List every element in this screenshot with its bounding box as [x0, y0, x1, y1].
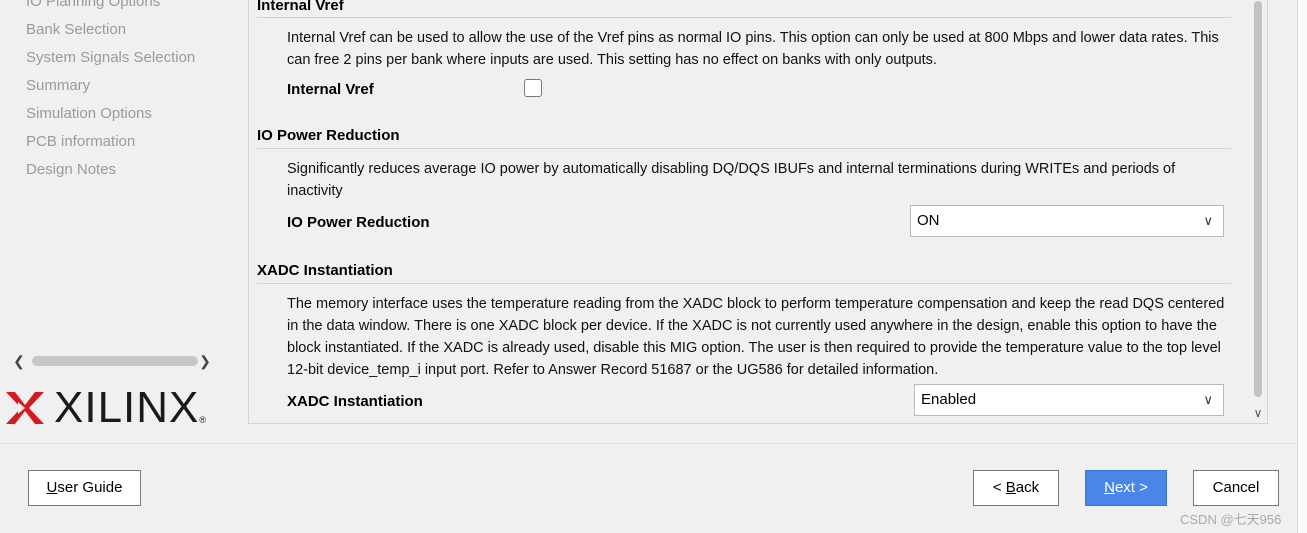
sidebar-item-summary[interactable]: Summary [26, 72, 195, 100]
internal-vref-description: Internal Vref can be used to allow the u… [287, 30, 1219, 68]
next-button[interactable]: Next > [1085, 470, 1167, 506]
sidebar-item-io-planning-options[interactable]: IO Planning Options [26, 0, 195, 16]
io-power-reduction-label: IO Power Reduction [287, 214, 430, 231]
section-divider [257, 148, 1231, 149]
section-title-internal-vref: Internal Vref [257, 0, 344, 14]
io-power-reduction-select[interactable]: ON ∨ [910, 205, 1224, 237]
user-guide-button[interactable]: User Guide [28, 470, 141, 506]
xadc-instantiation-select[interactable]: Enabled ∨ [914, 384, 1224, 416]
cancel-button[interactable]: Cancel [1193, 470, 1279, 506]
sidebar-item-pcb-information[interactable]: PCB information [26, 128, 195, 156]
section-title-xadc-instantiation: XADC Instantiation [257, 262, 393, 279]
sidebar-item-design-notes[interactable]: Design Notes [26, 156, 195, 184]
back-button[interactable]: < Back [973, 470, 1059, 506]
xadc-instantiation-value: Enabled [921, 391, 977, 408]
section-title-io-power-reduction: IO Power Reduction [257, 127, 400, 144]
background-window-edge [1297, 0, 1307, 533]
xadc-description: The memory interface uses the temperatur… [287, 296, 1225, 378]
sidebar: IO Planning Options Bank Selection Syste… [4, 0, 213, 443]
sidebar-item-bank-selection[interactable]: Bank Selection [26, 16, 195, 44]
chevron-left-icon[interactable]: ❮ [12, 352, 26, 370]
chevron-down-icon[interactable]: ∨ [1203, 206, 1213, 236]
options-panel: Internal Vref Internal Vref can be used … [248, 0, 1268, 424]
chevron-down-icon[interactable]: ∨ [1203, 385, 1213, 415]
logo-text: XILINX [54, 383, 200, 432]
scrollbar-thumb[interactable] [32, 356, 198, 366]
panel-vertical-scrollbar[interactable]: ∨ [1249, 0, 1267, 423]
xilinx-mark-icon [6, 392, 44, 424]
chevron-down-icon[interactable]: ∨ [1251, 405, 1265, 421]
section-divider [257, 17, 1231, 18]
internal-vref-checkbox[interactable] [524, 79, 542, 97]
io-power-reduction-value: ON [917, 212, 940, 229]
xilinx-logo: XILINX ® [6, 383, 210, 433]
sidebar-item-system-signals-selection[interactable]: System Signals Selection [26, 44, 195, 72]
chevron-right-icon[interactable]: ❯ [198, 352, 212, 370]
nav-list: IO Planning Options Bank Selection Syste… [26, 0, 195, 184]
sidebar-item-simulation-options[interactable]: Simulation Options [26, 100, 195, 128]
xadc-instantiation-label: XADC Instantiation [287, 393, 423, 410]
scrollbar-thumb[interactable] [1254, 1, 1262, 397]
registered-mark: ® [199, 415, 207, 425]
io-power-description: Significantly reduces average IO power b… [287, 161, 1176, 199]
internal-vref-label: Internal Vref [287, 81, 374, 98]
sidebar-horizontal-scrollbar[interactable]: ❮ ❯ [12, 352, 212, 370]
watermark: CSDN @七天956 [1180, 512, 1282, 527]
footer-divider [0, 443, 1307, 444]
section-divider [257, 283, 1231, 284]
